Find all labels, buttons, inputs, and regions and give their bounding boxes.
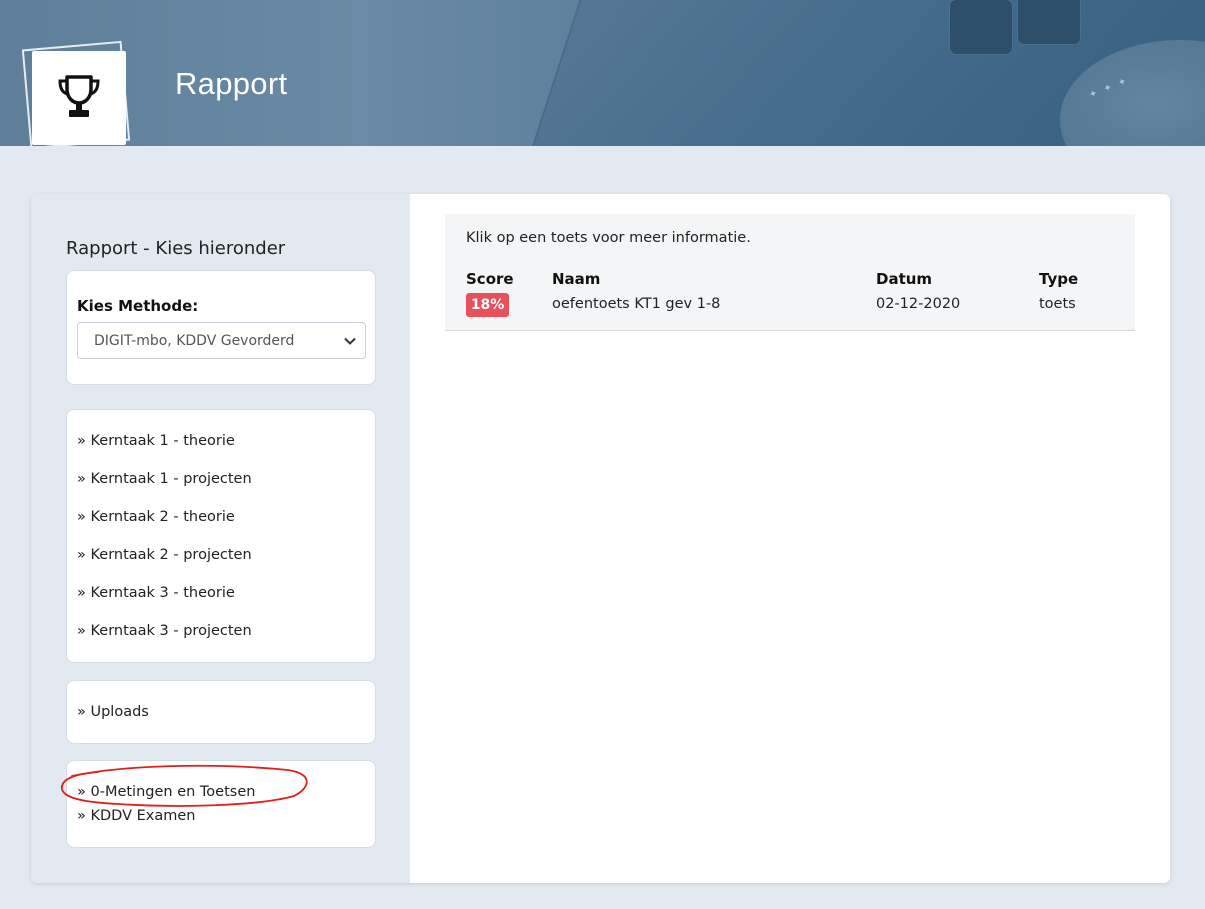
page-title: Rapport	[175, 66, 288, 101]
sidebar: Rapport - Kies hieronder Kies Methode: D…	[31, 194, 410, 883]
trophy-icon	[54, 71, 104, 125]
column-header-score: Score	[466, 270, 514, 288]
toetsen-card: » 0-Metingen en Toetsen » KDDV Examen	[66, 760, 376, 848]
toets-type: toets	[1039, 296, 1076, 312]
nav-uploads[interactable]: » Uploads	[77, 704, 149, 720]
nav-kddv-examen[interactable]: » KDDV Examen	[77, 808, 195, 824]
methode-select[interactable]: DIGIT-mbo, KDDV Gevorderd	[77, 322, 366, 359]
methode-label: Kies Methode:	[77, 297, 199, 315]
score-badge: 18%	[466, 293, 509, 317]
column-header-type: Type	[1039, 270, 1079, 288]
uploads-card: » Uploads	[66, 680, 376, 744]
column-header-naam: Naam	[552, 270, 601, 288]
methode-card: Kies Methode: DIGIT-mbo, KDDV Gevorderd	[66, 270, 376, 385]
nav-kerntaak-2-projecten[interactable]: » Kerntaak 2 - projecten	[77, 547, 252, 563]
chevron-down-icon	[343, 334, 357, 352]
nav-0-metingen-en-toetsen[interactable]: » 0-Metingen en Toetsen	[77, 784, 255, 800]
nav-kerntaak-2-theorie[interactable]: » Kerntaak 2 - theorie	[77, 509, 235, 525]
results-table: Klik op een toets voor meer informatie. …	[445, 214, 1135, 331]
nav-kerntaak-1-projecten[interactable]: » Kerntaak 1 - projecten	[77, 471, 252, 487]
toets-date: 02-12-2020	[876, 296, 961, 312]
column-header-datum: Datum	[876, 270, 933, 288]
banner-keyboard-key	[1018, 0, 1080, 44]
info-text: Klik op een toets voor meer informatie.	[466, 230, 751, 246]
header-banner: ✦ ✦ ✦ Rapport	[0, 0, 1205, 146]
nav-kerntaak-3-projecten[interactable]: » Kerntaak 3 - projecten	[77, 623, 252, 639]
toets-name-link[interactable]: oefentoets KT1 gev 1-8	[552, 296, 720, 312]
nav-kerntaak-1-theorie[interactable]: » Kerntaak 1 - theorie	[77, 433, 235, 449]
methode-select-value: DIGIT-mbo, KDDV Gevorderd	[94, 332, 295, 349]
kerntaak-card: » Kerntaak 1 - theorie » Kerntaak 1 - pr…	[66, 409, 376, 663]
sidebar-heading: Rapport - Kies hieronder	[66, 238, 286, 259]
main-panel: Rapport - Kies hieronder Kies Methode: D…	[31, 194, 1170, 883]
banner-keyboard-key	[950, 0, 1012, 54]
nav-kerntaak-3-theorie[interactable]: » Kerntaak 3 - theorie	[77, 585, 235, 601]
logo	[21, 40, 134, 146]
